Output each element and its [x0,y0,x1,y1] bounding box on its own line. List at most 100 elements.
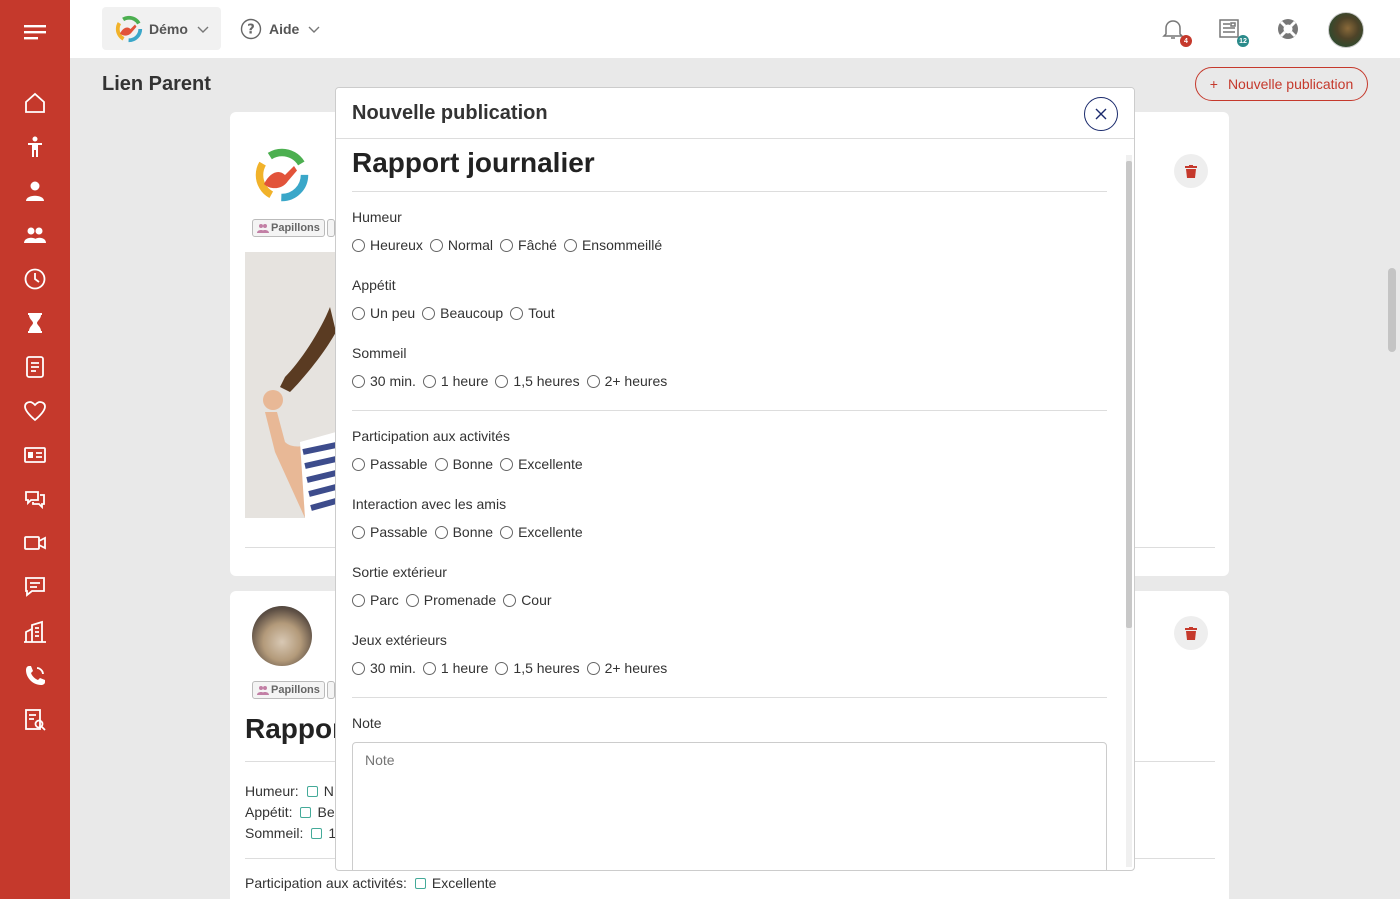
row-label: Humeur: [245,783,299,799]
checklist-icon[interactable] [20,352,50,382]
option-label: Promenade [423,592,497,608]
radio-option[interactable]: 30 min. [352,660,416,676]
radio-button[interactable] [434,457,448,471]
heart-icon[interactable] [20,396,50,426]
report-icon[interactable] [20,705,50,735]
bell-icon[interactable]: 4 [1161,17,1192,47]
report-row: Humeur: N [245,783,334,799]
radio-button[interactable] [429,238,443,252]
radio-option[interactable]: 1,5 heures [495,373,580,389]
radio-option[interactable]: Excellente [500,524,583,540]
option-label: Cour [521,592,552,608]
clock-icon[interactable] [20,264,50,294]
menu-icon[interactable] [20,17,50,47]
chat-icon[interactable] [20,484,50,514]
hourglass-icon[interactable] [20,308,50,338]
child-icon[interactable] [20,132,50,162]
chevron-down-icon [308,26,320,33]
divider [352,697,1107,698]
home-icon[interactable] [20,88,50,118]
modal-title: Nouvelle publication [352,102,548,124]
radio-option[interactable]: 1,5 heures [495,660,580,676]
radio-option[interactable]: Heureux [352,237,423,253]
radio-option[interactable]: Excellente [500,456,583,472]
radio-option[interactable]: 1 heure [422,660,488,676]
lifebuoy-icon[interactable] [1276,17,1300,41]
page-scrollbar[interactable] [1388,268,1396,352]
radio-button[interactable] [495,661,509,675]
radio-button[interactable] [422,661,436,675]
user-avatar[interactable] [1328,12,1364,48]
radio-button[interactable] [352,374,365,388]
radio-button[interactable] [352,238,365,252]
radio-option[interactable]: Tout [510,305,555,321]
help-menu[interactable]: ? Aide [240,7,320,50]
radio-button[interactable] [503,593,517,607]
check-icon [300,807,312,818]
radio-button[interactable] [500,525,514,539]
radio-option[interactable]: 2+ heures [586,660,667,676]
close-button[interactable] [1084,97,1118,131]
radio-button[interactable] [352,593,365,607]
option-label: Excellente [518,524,583,540]
radio-option[interactable]: Passable [352,524,428,540]
radio-button[interactable] [422,374,436,388]
radio-button[interactable] [352,457,365,471]
radio-button[interactable] [352,661,365,675]
delete-button[interactable] [1174,154,1208,188]
message-icon[interactable] [20,572,50,602]
report-row: Appétit: Be [245,804,335,820]
radio-button[interactable] [422,306,436,320]
logo-icon [115,15,143,42]
radio-option[interactable]: Promenade [405,592,497,608]
radio-button[interactable] [510,306,524,320]
radio-option[interactable]: Parc [352,592,399,608]
note-textarea[interactable] [352,742,1107,870]
modal-header: Nouvelle publication [336,88,1134,139]
notification-badge: 4 [1180,35,1192,47]
radio-option[interactable]: Cour [503,592,552,608]
radio-option[interactable]: 2+ heures [586,373,667,389]
video-icon[interactable] [20,528,50,558]
close-icon [1095,108,1107,120]
radio-option[interactable]: Passable [352,456,428,472]
group-icon[interactable] [20,220,50,250]
radio-option[interactable]: Ensommeillé [563,237,662,253]
radio-button[interactable] [500,238,514,252]
radio-button[interactable] [586,374,600,388]
person-icon[interactable] [20,176,50,206]
radio-option[interactable]: 30 min. [352,373,416,389]
radio-button[interactable] [500,457,514,471]
row-value: N [323,783,334,799]
phone-icon[interactable] [20,661,50,691]
center-selector[interactable]: Démo [102,7,221,50]
radio-button[interactable] [352,306,365,320]
radio-button[interactable] [434,525,448,539]
building-icon[interactable] [20,617,50,647]
radio-button[interactable] [495,374,509,388]
radio-button[interactable] [563,238,577,252]
radio-button[interactable] [405,593,419,607]
group-icon [257,686,269,695]
radio-button[interactable] [586,661,600,675]
radio-option[interactable]: Un peu [352,305,415,321]
modal-scrollbar[interactable] [1126,155,1132,867]
question-label: Sommeil [352,345,407,361]
id-card-icon[interactable] [20,440,50,470]
delete-button[interactable] [1174,616,1208,650]
radio-option[interactable]: Bonne [434,456,493,472]
new-publication-button[interactable]: + Nouvelle publication [1195,67,1368,101]
radio-option[interactable]: Fâché [500,237,557,253]
radio-option[interactable]: Beaucoup [422,305,503,321]
question-label: Interaction avec les amis [352,496,507,512]
option-label: Passable [370,456,428,472]
modal-scroll-thumb[interactable] [1126,161,1132,628]
radio-option[interactable]: Bonne [434,524,493,540]
newspaper-icon[interactable]: 12 [1218,17,1249,47]
radio-group-participation: Passable Bonne Excellente [352,456,590,472]
radio-group-mood: Heureux Normal Fâché Ensommeillé [352,237,669,253]
radio-option[interactable]: Normal [429,237,493,253]
radio-option[interactable]: 1 heure [422,373,488,389]
new-publication-label: Nouvelle publication [1227,76,1354,92]
radio-button[interactable] [352,525,365,539]
